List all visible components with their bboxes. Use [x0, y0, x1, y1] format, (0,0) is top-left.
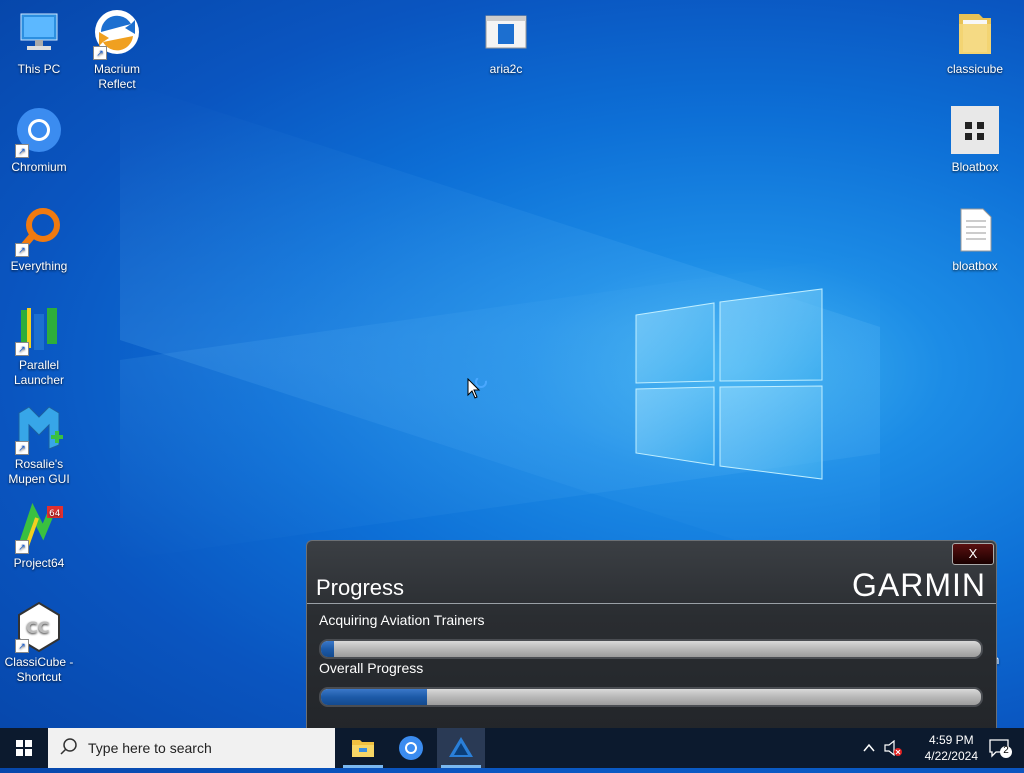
desktop-icon-bloatbox-file[interactable]: bloatbox — [936, 205, 1014, 274]
volume-muted-icon[interactable] — [884, 740, 902, 756]
progress-bar-fill — [321, 689, 427, 705]
icon-label: Macrium Reflect — [93, 62, 140, 91]
notification-count-badge: 2 — [1003, 745, 1009, 756]
dialog-header: Progress GARMIN X — [307, 541, 996, 604]
search-placeholder: Type here to search — [88, 740, 212, 756]
taskbar-app-chromium[interactable] — [387, 728, 435, 768]
icon-label: Bloatbox — [951, 160, 999, 174]
icon-label: ClassiCube - Shortcut — [4, 655, 74, 684]
taskbar-search-box[interactable]: Type here to search — [48, 728, 335, 768]
garmin-app-icon — [449, 737, 473, 757]
taskbar-app-garmin[interactable] — [437, 728, 485, 768]
progress-dialog: Progress GARMIN X Acquiring Aviation Tra… — [306, 540, 997, 732]
taskbar-app-file-explorer[interactable] — [339, 728, 387, 768]
classicube-icon: CC ↗ — [13, 601, 65, 653]
icon-label: This PC — [17, 62, 61, 76]
icon-label: Everything — [10, 259, 68, 273]
task-label-current: Acquiring Aviation Trainers — [319, 612, 485, 628]
icon-label: Rosalie's Mupen GUI — [8, 457, 70, 486]
garmin-logo: GARMIN — [852, 567, 986, 603]
start-button[interactable] — [0, 728, 48, 768]
icon-label: aria2c — [489, 62, 523, 76]
svg-text:64: 64 — [49, 509, 61, 519]
parallel-launcher-icon: ↗ — [13, 304, 65, 356]
mupen-gui-icon: ↗ — [13, 403, 65, 455]
chromium-icon — [399, 736, 423, 760]
desktop-icon-project64[interactable]: 64 ↗ Project64 — [0, 502, 78, 571]
bloatbox-icon — [949, 106, 1001, 158]
clock-date: 4/22/2024 — [924, 749, 978, 763]
shortcut-arrow-icon: ↗ — [15, 441, 29, 455]
shortcut-arrow-icon: ↗ — [93, 46, 107, 60]
taskbar-clock[interactable]: 4:59 PM 4/22/2024 — [925, 732, 978, 764]
this-pc-icon — [13, 8, 65, 60]
shortcut-arrow-icon: ↗ — [15, 144, 29, 158]
desktop-icon-classicube-folder[interactable]: classicube — [936, 8, 1014, 77]
file-explorer-icon — [352, 740, 374, 757]
desktop-icon-macrium-reflect[interactable]: ↗ Macrium Reflect — [78, 8, 156, 92]
progress-bar-fill — [321, 641, 335, 657]
chromium-icon: ↗ — [13, 106, 65, 158]
shortcut-arrow-icon: ↗ — [15, 639, 29, 653]
windows-wallpaper-logo — [635, 288, 823, 480]
progress-bar-current — [319, 639, 983, 659]
aria2c-icon — [480, 8, 532, 60]
taskbar: Type here to search 4:59 PM 4/22/2024 2 — [0, 728, 1024, 768]
shortcut-arrow-icon: ↗ — [15, 540, 29, 554]
desktop-icon-aria2c[interactable]: aria2c — [467, 8, 545, 77]
icon-label: Chromium — [11, 160, 67, 174]
action-center-button[interactable]: 2 — [988, 738, 1014, 765]
icon-label: classicube — [946, 62, 1004, 76]
icon-label: Parallel Launcher — [13, 358, 65, 387]
desktop-icon-everything[interactable]: ↗ Everything — [0, 205, 78, 274]
everything-search-icon: ↗ — [13, 205, 65, 257]
desktop-icon-classicube-shortcut[interactable]: CC ↗ ClassiCube - Shortcut — [0, 601, 78, 685]
notification-icon — [989, 739, 1012, 758]
icon-label: bloatbox — [952, 259, 998, 273]
desktop-icon-this-pc[interactable]: This PC — [0, 8, 78, 77]
svg-text:CC: CC — [26, 618, 49, 637]
project64-icon: 64 ↗ — [13, 502, 65, 554]
dialog-title: Progress — [316, 575, 405, 600]
icon-label: Project64 — [13, 556, 65, 570]
system-tray — [858, 728, 908, 768]
shortcut-arrow-icon: ↗ — [15, 243, 29, 257]
clock-time: 4:59 PM — [928, 733, 974, 747]
macrium-reflect-icon: ↗ — [91, 8, 143, 60]
busy-cursor-icon — [467, 378, 487, 399]
shortcut-arrow-icon: ↗ — [15, 342, 29, 356]
desktop-icon-parallel-launcher[interactable]: ↗ Parallel Launcher — [0, 304, 78, 388]
task-label-overall: Overall Progress — [319, 660, 424, 676]
text-file-icon — [949, 205, 1001, 257]
folder-icon — [949, 8, 1001, 60]
progress-bar-overall — [319, 687, 983, 707]
desktop-icon-chromium[interactable]: ↗ Chromium — [0, 106, 78, 175]
close-button[interactable]: X — [952, 543, 994, 565]
desktop-icon-bloatbox[interactable]: Bloatbox — [936, 106, 1014, 175]
windows-start-icon — [16, 740, 32, 756]
search-icon — [60, 738, 77, 755]
chevron-up-icon[interactable] — [862, 741, 876, 755]
desktop-icon-rosalies-mupen-gui[interactable]: ↗ Rosalie's Mupen GUI — [0, 403, 78, 487]
